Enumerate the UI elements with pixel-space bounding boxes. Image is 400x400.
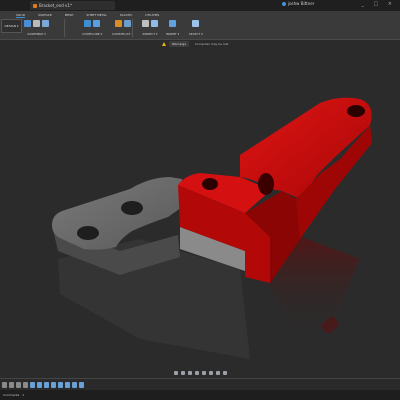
user-avatar[interactable] bbox=[282, 1, 286, 6]
document-icon bbox=[33, 3, 37, 8]
configure-icon[interactable] bbox=[84, 20, 92, 27]
comments-label: Comments bbox=[3, 393, 20, 397]
pan-icon[interactable] bbox=[187, 370, 192, 375]
tab-surface[interactable]: SURFACE bbox=[38, 13, 52, 18]
ribbon-tabs: SOLID SURFACE MESH SHEET METAL PLASTIC U… bbox=[16, 13, 159, 18]
workspace-switcher[interactable]: DESIGN ▾ bbox=[1, 19, 22, 33]
grid-settings-icon[interactable] bbox=[215, 370, 220, 375]
pivot-hole bbox=[347, 105, 365, 117]
joint-icon[interactable] bbox=[33, 20, 40, 27]
insert-group[interactable]: INSERT ▾ bbox=[166, 19, 179, 37]
inspect-group[interactable]: INSPECT ▾ bbox=[142, 19, 158, 37]
comments-count: 1 bbox=[22, 393, 25, 397]
tab-utilities[interactable]: UTILITIES bbox=[145, 13, 159, 18]
timeline-feature[interactable] bbox=[37, 381, 42, 388]
timeline-feature[interactable] bbox=[65, 381, 70, 388]
pivot-hole bbox=[202, 178, 218, 190]
document-title: Bracket_end v1* bbox=[39, 3, 72, 8]
assemble-label: ASSEMBLE ▾ bbox=[27, 32, 46, 36]
construct-label: CONSTRUCT ▾ bbox=[112, 32, 134, 36]
fit-icon[interactable] bbox=[201, 370, 206, 375]
timeline-feature[interactable] bbox=[51, 381, 56, 388]
ribbon-divider bbox=[64, 19, 65, 37]
move-icon[interactable] bbox=[42, 20, 49, 27]
toolbar-ribbon: DESIGN ▾ SOLID SURFACE MESH SHEET METAL … bbox=[0, 11, 400, 40]
mounting-hole bbox=[121, 201, 143, 215]
viewports-icon[interactable] bbox=[222, 370, 227, 375]
orbit-icon[interactable] bbox=[173, 370, 178, 375]
offset-plane-icon[interactable] bbox=[114, 20, 122, 27]
step-back-icon[interactable] bbox=[9, 381, 14, 388]
insert-icon[interactable] bbox=[169, 20, 177, 27]
timeline-feature[interactable] bbox=[79, 381, 84, 388]
measure-icon[interactable] bbox=[142, 20, 149, 27]
tab-mesh[interactable]: MESH bbox=[65, 13, 74, 18]
configure-group[interactable]: CONFIGURE ▾ bbox=[82, 19, 102, 37]
navigation-bar bbox=[165, 369, 235, 376]
assemble-group[interactable]: ASSEMBLE ▾ bbox=[24, 19, 49, 37]
comments-bar[interactable]: Comments 1 bbox=[0, 390, 400, 400]
title-bar: Bracket_end v1* joshw Bittner _ □ × bbox=[0, 0, 400, 11]
look-at-icon[interactable] bbox=[180, 370, 185, 375]
step-forward-icon[interactable] bbox=[23, 381, 28, 388]
construct-group[interactable]: CONSTRUCT ▾ bbox=[112, 19, 133, 37]
insert-label: INSERT ▾ bbox=[166, 32, 180, 36]
pivot-hole bbox=[258, 173, 274, 195]
select-arrow-icon[interactable] bbox=[192, 20, 200, 27]
design-timeline bbox=[0, 378, 400, 390]
document-tab[interactable]: Bracket_end v1* bbox=[30, 1, 115, 10]
display-settings-icon[interactable] bbox=[208, 370, 213, 375]
select-group[interactable]: SELECT ▾ bbox=[189, 19, 203, 37]
timeline-feature[interactable] bbox=[44, 381, 49, 388]
window-controls[interactable]: _ □ × bbox=[361, 1, 396, 7]
ribbon-divider bbox=[132, 19, 133, 37]
user-label: joshw Bittner bbox=[288, 1, 315, 6]
mounting-hole bbox=[77, 226, 99, 240]
select-label: SELECT ▾ bbox=[189, 32, 203, 36]
user-area[interactable]: joshw Bittner bbox=[282, 1, 314, 6]
model-viewport[interactable] bbox=[0, 39, 400, 369]
tab-plastic[interactable]: PLASTIC bbox=[120, 13, 132, 18]
parameters-icon[interactable] bbox=[93, 20, 101, 27]
timeline-feature[interactable] bbox=[72, 381, 77, 388]
configure-label: CONFIGURE ▾ bbox=[82, 32, 103, 36]
play-icon[interactable] bbox=[16, 381, 21, 388]
timeline-feature[interactable] bbox=[58, 381, 63, 388]
timeline-feature[interactable] bbox=[30, 381, 35, 388]
new-component-icon[interactable] bbox=[24, 20, 31, 27]
construct-axis-icon[interactable] bbox=[123, 20, 131, 27]
tab-sheet-metal[interactable]: SHEET METAL bbox=[86, 13, 107, 18]
inspect-label: INSPECT ▾ bbox=[142, 32, 158, 36]
rewind-icon[interactable] bbox=[2, 381, 7, 388]
tab-solid[interactable]: SOLID bbox=[16, 13, 26, 18]
section-icon[interactable] bbox=[151, 20, 158, 27]
zoom-icon[interactable] bbox=[194, 370, 199, 375]
